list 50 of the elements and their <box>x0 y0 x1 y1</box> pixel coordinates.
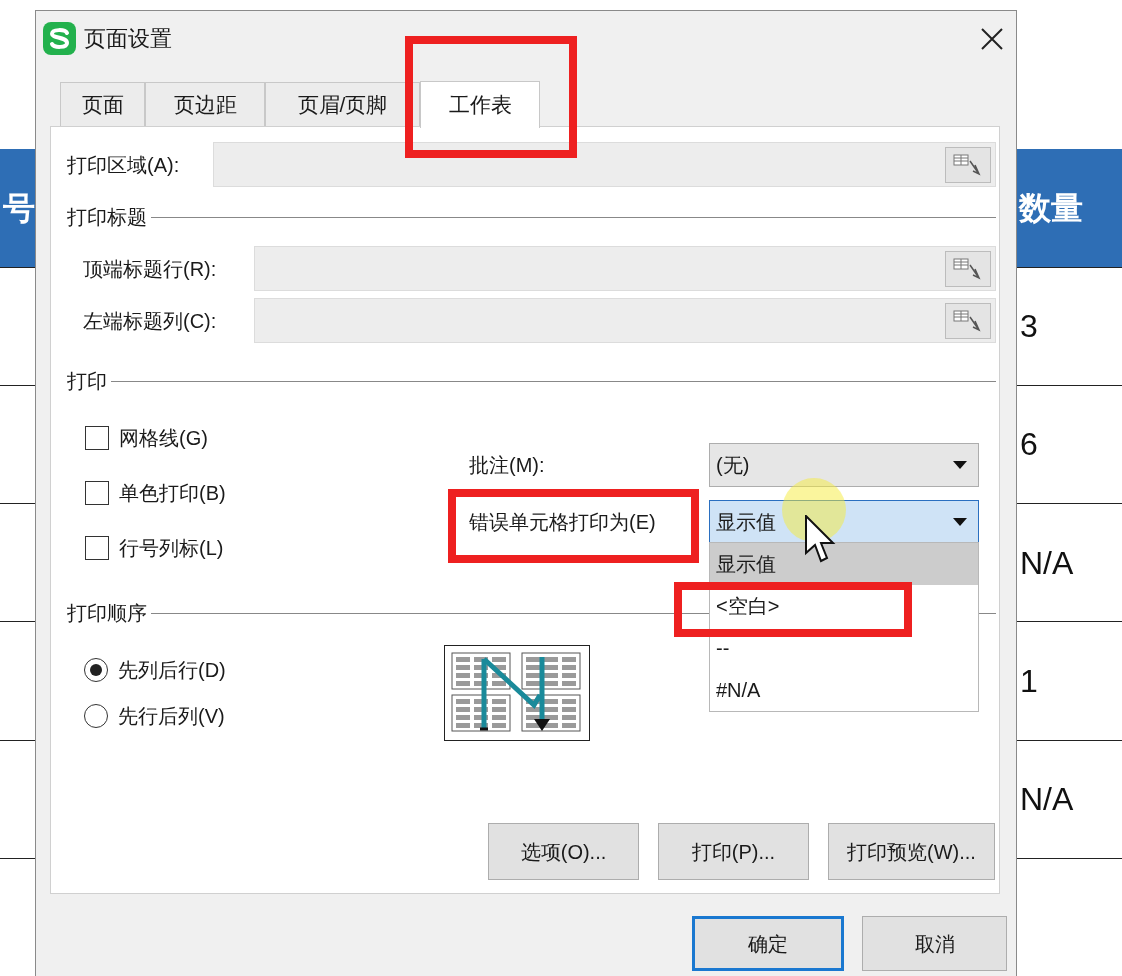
button[interactable]: 打印预览(W)... <box>828 823 995 880</box>
radio-button[interactable] <box>84 658 108 682</box>
table-cell-text: N/A <box>1020 543 1074 583</box>
tab[interactable]: 工作表 <box>420 81 540 128</box>
range-select-icon[interactable] <box>945 146 991 183</box>
dropdown-label: 批注(M): <box>469 453 546 478</box>
dropdown[interactable]: (无) <box>709 443 979 487</box>
field-label: 左端标题列(C): <box>82 308 218 334</box>
input-field[interactable] <box>254 246 996 291</box>
checkbox[interactable] <box>85 426 109 450</box>
dropdown-value: 显示值 <box>716 510 776 535</box>
dropdown-option[interactable]: 显示值 <box>710 543 978 585</box>
header-text: 数量 <box>1019 192 1083 224</box>
table-cell-text: 3 <box>1020 307 1038 347</box>
dropdown-label: 错误单元格打印为(E) <box>469 510 657 535</box>
checkbox-label: 网格线(G) <box>119 426 208 451</box>
range-select-icon[interactable] <box>945 250 991 287</box>
section-heading: 打印 <box>67 369 107 394</box>
caret-icon <box>952 460 968 470</box>
checkbox-label: 单色打印(B) <box>119 481 226 506</box>
checkbox-label: 行号列标(L) <box>119 536 224 561</box>
field-label: 打印区域(A): <box>66 152 181 178</box>
radio-button[interactable] <box>84 704 108 728</box>
section-heading: 打印顺序 <box>67 601 147 626</box>
field-label: 顶端标题行(R): <box>82 256 218 282</box>
dropdown[interactable]: 显示值 <box>709 500 979 544</box>
header-text: 号 <box>3 192 35 224</box>
range-select-icon[interactable] <box>945 302 991 339</box>
button[interactable]: 取消 <box>862 916 1007 971</box>
table-cell-text: 1 <box>1020 661 1038 701</box>
close-icon[interactable] <box>980 26 1004 51</box>
dropdown-value: (无) <box>716 453 750 478</box>
radio-label: 先列后行(D) <box>118 658 226 683</box>
checkbox[interactable] <box>85 536 109 560</box>
button[interactable]: 打印(P)... <box>658 823 809 880</box>
input-field[interactable] <box>254 298 996 343</box>
app-logo-icon <box>43 22 76 55</box>
tab[interactable]: 页边距 <box>145 82 265 126</box>
section-heading: 打印标题 <box>67 205 147 230</box>
checkbox[interactable] <box>85 481 109 505</box>
tab[interactable]: 页眉/页脚 <box>265 82 420 126</box>
table-cell-text: 6 <box>1020 425 1038 465</box>
radio-label: 先行后列(V) <box>118 704 225 729</box>
tab[interactable]: 页面 <box>60 82 145 126</box>
window-title: 页面设置 <box>84 25 172 53</box>
caret-icon <box>952 517 968 527</box>
button[interactable]: 确定 <box>692 916 844 971</box>
input-field[interactable] <box>213 142 996 187</box>
table-cell-text: N/A <box>1020 780 1074 820</box>
button[interactable]: 选项(O)... <box>488 823 639 880</box>
